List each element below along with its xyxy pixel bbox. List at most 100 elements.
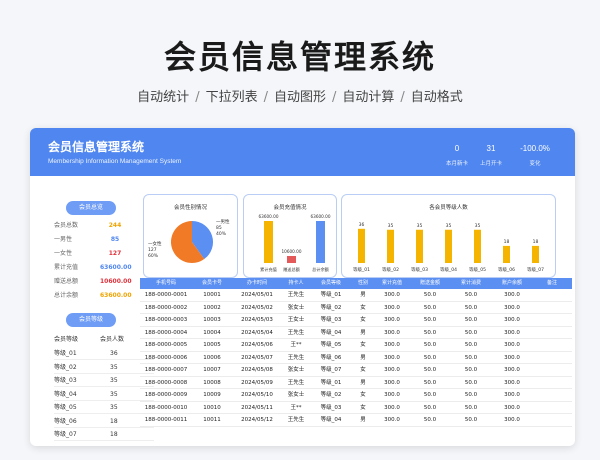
level-count: 35	[110, 390, 118, 398]
level-name: 等级_02	[54, 363, 77, 371]
column-header[interactable]: 性别	[352, 278, 374, 289]
level-count: 35	[110, 377, 118, 384]
table-cell: 50.0	[464, 317, 478, 323]
bar-category-label: 等级_04	[440, 266, 457, 273]
table-cell: 10001	[203, 292, 221, 298]
stat-row: 赠送总额 10600.00	[54, 276, 154, 288]
feature-label: 下拉列表	[205, 90, 258, 105]
level-count: 18	[110, 417, 118, 425]
promo-title: 会员信息管理系统	[163, 38, 436, 76]
member-level-button[interactable]: 会员等级	[66, 313, 116, 327]
table-cell: 女	[360, 367, 366, 373]
stat-label: 累计充值	[54, 264, 79, 271]
level-count: 35	[110, 404, 118, 411]
table-cell: 2024/05/12	[241, 417, 273, 423]
table-row[interactable]: 188-0000-0001 10001 2024/05/01 王先生 等级_01 男 300…	[140, 289, 572, 302]
stats-overview-button[interactable]: 会员总览	[66, 201, 116, 215]
stat-value: 244	[108, 222, 122, 229]
table-cell: 王先生	[287, 379, 305, 386]
stat-label: 一女性	[54, 250, 73, 257]
bar	[474, 229, 481, 263]
table-cell: 等级_04	[320, 329, 342, 336]
table-row[interactable]: 188-0000-0003 10003 2024/05/03 王女士 等级_03 女 300…	[140, 314, 572, 327]
feature-label: 自动计算	[342, 90, 395, 105]
table-cell: 50.0	[423, 417, 437, 423]
column-header[interactable]: 账户余额	[492, 278, 532, 289]
pie-data-label: 60%	[148, 253, 159, 259]
table-cell: 50.0	[423, 292, 437, 298]
bar-category-label: 累计充值	[260, 266, 277, 273]
table-cell: 50.0	[423, 317, 437, 323]
table-cell: 188-0000-0007	[144, 367, 188, 373]
table-row[interactable]: 188-0000-0002 10002 2024/05/02 张女士 等级_02 女 300…	[140, 302, 572, 314]
table-cell: 10003	[203, 317, 221, 323]
kpi-value: -100.0%	[520, 144, 550, 153]
bar	[532, 245, 539, 263]
table-cell: 张女士	[287, 392, 305, 398]
bar	[287, 256, 296, 263]
column-header[interactable]: 办卡时间	[232, 278, 282, 289]
stat-value: 85	[110, 236, 120, 243]
table-cell: 300.0	[384, 367, 400, 373]
table-cell: 10005	[203, 342, 221, 348]
column-header[interactable]: 会员等级	[310, 278, 352, 289]
table-cell: 2024/05/10	[241, 392, 273, 398]
table-cell: 男	[360, 417, 366, 423]
promo-features: 自动统计 / 下拉列表 / 自动图形 / 自动计算 / 自动格式	[0, 86, 600, 105]
bar	[445, 229, 452, 263]
table-cell: 女	[360, 392, 366, 398]
table-cell: 等级_07	[320, 367, 342, 373]
table-row[interactable]: 188-0000-0004 10004 2024/05/04 王先生 等级_04 男 300…	[140, 327, 572, 339]
bar-category-label: 等级_05	[469, 266, 486, 273]
table-cell: 300.0	[504, 379, 520, 386]
table-row[interactable]: 188-0000-0011 10011 2024/05/12 王先生 等级_04 男 300…	[140, 414, 572, 427]
table-cell: 50.0	[464, 367, 478, 373]
table-cell: 王女士	[287, 317, 305, 323]
table-row[interactable]: 188-0000-0010 10010 2024/05/11 王** 等级_03 女 300…	[140, 402, 572, 414]
level-name: 等级_03	[54, 377, 77, 384]
table-cell: 50.0	[464, 329, 478, 336]
kpi-label: 上月开卡	[479, 161, 502, 167]
level-table-header: 会员等级 会员人数	[54, 333, 154, 346]
dashboard-title: 会员信息管理系统	[48, 140, 145, 154]
column-header[interactable]: 持卡人	[282, 278, 310, 289]
table-cell: 50.0	[464, 304, 478, 311]
table-cell: 王先生	[287, 292, 305, 298]
table-cell: 188-0000-0004	[144, 329, 188, 336]
table-cell: 2024/05/11	[241, 404, 273, 411]
recharge-bar-chart: 63600.00 累计充值 10600.00 赠送总额 63600.00 总计余额	[259, 214, 331, 273]
table-row[interactable]: 188-0000-0006 10006 2024/05/07 王先生 等级_06 男 300…	[140, 352, 572, 364]
table-cell: 188-0000-0006	[144, 354, 188, 361]
feature-separator: /	[195, 90, 200, 105]
stat-label: 总计余额	[54, 292, 79, 299]
level-row: 等级_06 18	[54, 415, 154, 428]
table-cell: 10006	[203, 354, 221, 361]
table-row[interactable]: 188-0000-0005 10005 2024/05/06 王** 等级_05 女 300…	[140, 339, 572, 352]
table-cell: 300.0	[504, 404, 520, 411]
column-header[interactable]: 备注	[532, 278, 572, 289]
table-cell: 50.0	[423, 392, 437, 398]
table-cell: 男	[360, 379, 366, 386]
column-header[interactable]: 赠送金额	[410, 278, 450, 289]
level-header-count: 会员人数	[100, 336, 125, 343]
gender-chart-panel: 会员性别情况 一男性 85 40% 一女性 127 60%	[143, 194, 238, 278]
table-row[interactable]: 188-0000-0007 10007 2024/05/08 张女士 等级_07 女 300…	[140, 364, 572, 377]
column-header[interactable]: 累计消费	[450, 278, 492, 289]
feature-label: 自动图形	[273, 90, 326, 105]
table-cell: 188-0000-0005	[144, 342, 188, 348]
stat-label: 会员总数	[54, 222, 79, 229]
stat-value: 63600.00	[100, 264, 132, 271]
gender-pie-chart: 一男性8540% 一女性12760%	[148, 218, 230, 263]
table-cell: 等级_02	[320, 304, 342, 311]
column-header[interactable]: 累计充值	[374, 278, 410, 289]
table-cell: 10008	[203, 379, 221, 386]
table-row[interactable]: 188-0000-0008 10008 2024/05/09 王先生 等级_01 男 300…	[140, 377, 572, 389]
table-cell: 300.0	[384, 292, 400, 298]
table-cell: 300.0	[504, 342, 520, 348]
column-header[interactable]: 手机号码	[140, 278, 192, 289]
level-count: 35	[110, 363, 118, 371]
table-cell: 50.0	[423, 304, 437, 311]
table-cell: 300.0	[384, 417, 400, 423]
table-row[interactable]: 188-0000-0009 10009 2024/05/10 张女士 等级_02 女 300…	[140, 389, 572, 402]
column-header[interactable]: 会员卡号	[192, 278, 232, 289]
